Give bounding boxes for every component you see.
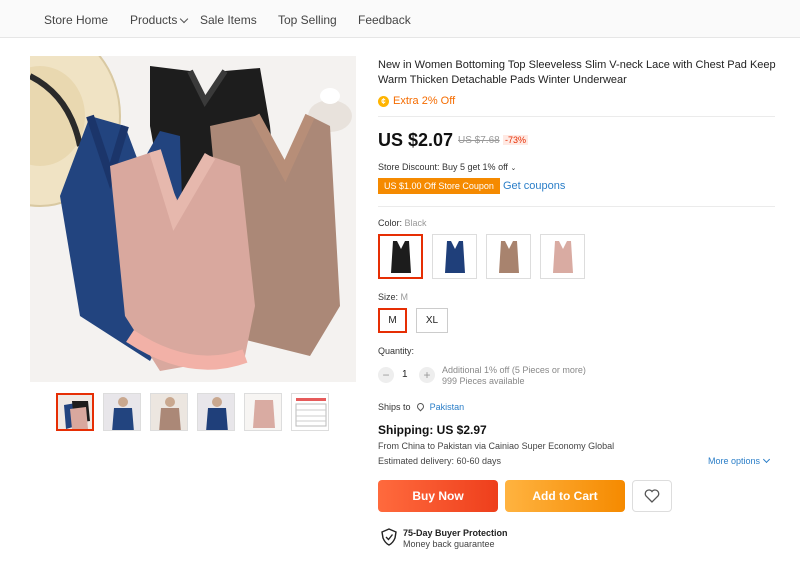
- more-options-label: More options: [708, 456, 761, 466]
- add-to-cart-button[interactable]: Add to Cart: [505, 480, 625, 512]
- extra-offer: ¢ Extra 2% Off: [378, 95, 455, 107]
- quantity-increase-button[interactable]: +: [419, 367, 435, 383]
- color-selected-value: Black: [404, 218, 427, 228]
- product-title: New in Women Bottoming Top Sleeveless Sl…: [378, 59, 776, 86]
- thumbnail-6[interactable]: [291, 393, 329, 431]
- size-selected-value: M: [400, 292, 409, 302]
- nav-store-home[interactable]: Store Home: [44, 13, 108, 27]
- wishlist-button[interactable]: [632, 480, 672, 512]
- ships-to-country-link[interactable]: Pakistan: [430, 402, 465, 412]
- quantity-decrease-button[interactable]: −: [378, 367, 394, 383]
- chevron-down-icon: ⌄: [510, 165, 517, 172]
- thumbnail-3[interactable]: [150, 393, 188, 431]
- stock-available: 999 Pieces available: [442, 376, 525, 386]
- nav-feedback[interactable]: Feedback: [358, 13, 411, 27]
- original-price: US $7.68: [458, 135, 500, 146]
- bulk-discount-note: Additional 1% off (5 Pieces or more): [442, 365, 586, 375]
- size-option-m[interactable]: M: [378, 308, 407, 333]
- store-discount-label: Store Discount: Buy 5 get 1% off: [378, 162, 508, 172]
- discount-badge: -73%: [503, 135, 529, 145]
- color-swatch-navy[interactable]: [432, 234, 477, 279]
- color-label: Color: Black: [378, 218, 427, 228]
- estimated-delivery: Estimated delivery: 60-60 days: [378, 456, 502, 466]
- buyer-protection-title: 75-Day Buyer Protection: [403, 528, 508, 538]
- location-pin-icon: [415, 401, 426, 412]
- divider: [378, 116, 775, 117]
- more-shipping-options[interactable]: More options: [708, 455, 771, 466]
- buyer-protection-subtitle: Money back guarantee: [403, 539, 495, 549]
- thumbnail-4[interactable]: [197, 393, 235, 431]
- main-product-image[interactable]: [30, 56, 356, 382]
- ships-to-label: Ships to: [378, 402, 411, 412]
- shipping-route: From China to Pakistan via Cainiao Super…: [378, 441, 615, 451]
- size-option-xl[interactable]: XL: [416, 308, 448, 333]
- quantity-label: Quantity:: [378, 346, 415, 356]
- extra-offer-label: Extra 2% Off: [393, 95, 456, 107]
- thumbnail-2[interactable]: [103, 393, 141, 431]
- color-label-text: Color:: [378, 218, 403, 228]
- current-price: US $2.07: [378, 130, 454, 150]
- size-label-text: Size:: [378, 292, 399, 302]
- store-coupon-tag: US $1.00 Off Store Coupon: [378, 178, 500, 194]
- quantity-note: Additional 1% off (5 Pieces or more) 999…: [442, 365, 586, 387]
- heart-icon: [644, 489, 660, 503]
- nav-products[interactable]: Products: [130, 13, 189, 27]
- shipping-cost: Shipping: US $2.97: [378, 423, 487, 437]
- ships-to: Ships to Pakistan: [378, 401, 465, 412]
- color-swatch-pink[interactable]: [540, 234, 585, 279]
- nav-top-selling[interactable]: Top Selling: [278, 13, 337, 27]
- divider: [378, 206, 775, 207]
- chevron-down-icon: [762, 455, 771, 464]
- thumbnail-1[interactable]: [56, 393, 94, 431]
- store-discount[interactable]: Store Discount: Buy 5 get 1% off ⌄: [378, 162, 516, 172]
- quantity-value[interactable]: 1: [402, 369, 408, 380]
- color-swatch-brown[interactable]: [486, 234, 531, 279]
- nav-products-label: Products: [130, 13, 178, 27]
- size-label: Size: M: [378, 292, 408, 302]
- shield-check-icon: [381, 528, 397, 551]
- coin-icon: ¢: [378, 95, 389, 107]
- nav-sale-items[interactable]: Sale Items: [200, 13, 257, 27]
- buy-now-button[interactable]: Buy Now: [378, 480, 498, 512]
- get-coupons-link[interactable]: Get coupons: [503, 180, 565, 192]
- store-nav-bar: Store Home Products Sale Items Top Selli…: [0, 0, 800, 38]
- chevron-down-icon: [180, 14, 189, 24]
- color-swatch-black[interactable]: [378, 234, 423, 279]
- thumbnail-5[interactable]: [244, 393, 282, 431]
